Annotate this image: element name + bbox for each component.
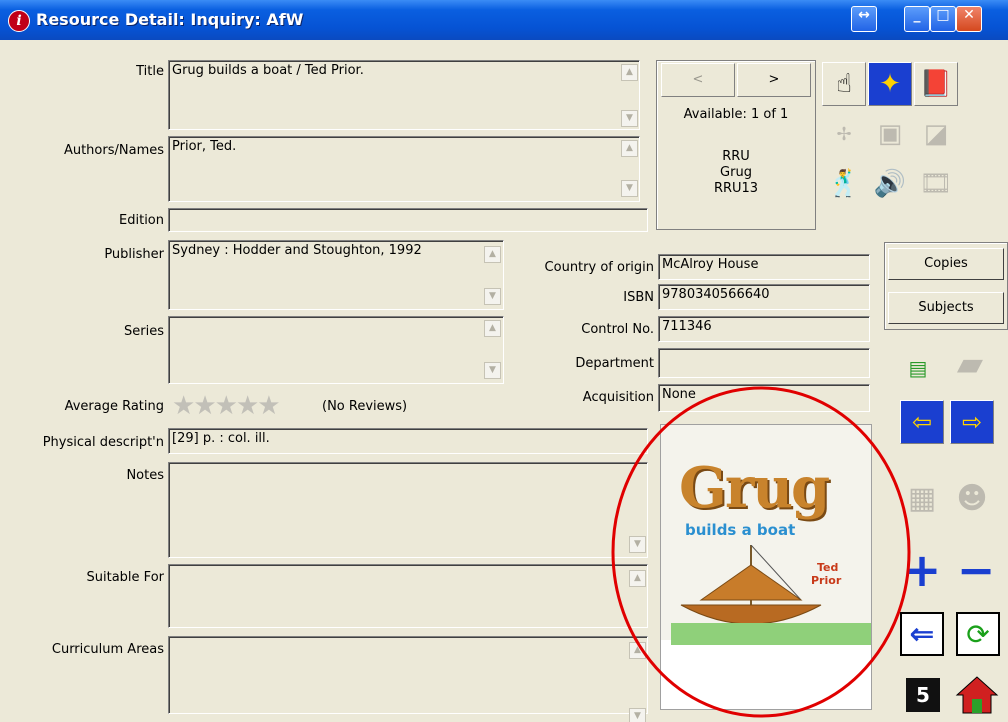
control-no-field[interactable]: 711346	[658, 316, 870, 342]
hand-pointer-icon[interactable]: ☝	[822, 62, 866, 106]
star-icon[interactable]: ★	[172, 391, 195, 421]
info-icon: i	[8, 10, 30, 32]
authors-scroll-down[interactable]: ▼	[621, 180, 638, 197]
subjects-button[interactable]: Subjects	[888, 292, 1004, 324]
star-icon[interactable]: ★	[193, 391, 216, 421]
publisher-scroll-up[interactable]: ▲	[484, 246, 501, 263]
label-suitable-for: Suitable For	[86, 570, 164, 585]
series-field[interactable]	[168, 316, 504, 384]
series-scroll-down[interactable]: ▼	[484, 362, 501, 379]
face-icon: ☻	[956, 480, 988, 516]
availability-panel: < > Available: 1 of 1 RRU Grug RRU13	[656, 60, 816, 230]
projector-icon: ▣	[877, 119, 903, 149]
refresh-icon[interactable]: ⟳	[956, 612, 1000, 656]
physical-description-field[interactable]: [29] p. : col. ill.	[168, 428, 648, 454]
label-series: Series	[124, 324, 164, 339]
speaker-icon: 🔊	[873, 169, 907, 199]
title-field[interactable]: Grug builds a boat / Ted Prior.	[168, 60, 640, 130]
star-icon[interactable]: ★	[236, 391, 259, 421]
shelf-name: Grug	[720, 165, 752, 180]
title-bar[interactable]: i Resource Detail: Inquiry: AfW ↔ _ □ ✕	[0, 0, 1008, 40]
minimize-button[interactable]: _	[904, 6, 930, 32]
label-publisher: Publisher	[104, 247, 164, 262]
star-icon[interactable]: ★	[257, 391, 280, 421]
label-notes: Notes	[126, 468, 164, 483]
authors-field[interactable]: Prior, Ted.	[168, 136, 640, 202]
minus-icon[interactable]: −	[954, 543, 998, 597]
folder-icon: ▰	[956, 344, 984, 384]
dancer-icon: 🕺	[827, 169, 861, 199]
label-control-no: Control No.	[581, 322, 654, 337]
rating-text: (No Reviews)	[322, 399, 408, 414]
previous-copy-button[interactable]: <	[661, 63, 735, 97]
annotation-circle	[611, 386, 911, 718]
series-scroll-up[interactable]: ▲	[484, 320, 501, 337]
curriculum-field[interactable]	[168, 636, 648, 714]
authors-scroll-up[interactable]: ▲	[621, 140, 638, 157]
star-icon[interactable]: ★	[215, 391, 238, 421]
label-curriculum: Curriculum Areas	[51, 642, 164, 657]
home-icon[interactable]	[952, 672, 1002, 718]
window-title: Resource Detail: Inquiry: AfW	[36, 10, 304, 29]
close-button[interactable]: ✕	[956, 6, 982, 32]
title-scroll-down[interactable]: ▼	[621, 110, 638, 127]
maximize-button[interactable]: □	[930, 6, 956, 32]
label-department: Department	[575, 356, 654, 371]
label-average-rating: Average Rating	[64, 399, 164, 414]
location-code: RRU	[722, 149, 750, 164]
copies-button[interactable]: Copies	[888, 248, 1004, 280]
label-physical: Physical descript'n	[42, 435, 164, 450]
next-copy-button[interactable]: >	[737, 63, 811, 97]
compass-icon: ✢	[836, 123, 852, 145]
resource-detail-window: i Resource Detail: Inquiry: AfW ↔ _ □ ✕ …	[0, 0, 1008, 722]
country-field[interactable]: McAlroy House	[658, 254, 870, 280]
department-field[interactable]	[658, 348, 870, 378]
label-authors: Authors/Names	[63, 143, 164, 158]
expand-arrows-icon[interactable]: ✦	[868, 62, 912, 106]
call-number: RRU13	[713, 181, 759, 196]
label-title: Title	[136, 64, 164, 79]
suitable-for-field[interactable]	[168, 564, 648, 628]
label-isbn: ISBN	[623, 290, 654, 305]
edition-field[interactable]	[168, 208, 648, 232]
title-scroll-up[interactable]: ▲	[621, 64, 638, 81]
label-country: Country of origin	[544, 260, 654, 275]
film-icon: 🎞	[919, 169, 953, 199]
book-help-icon[interactable]: 📕	[914, 62, 958, 106]
notes-field[interactable]	[168, 462, 648, 558]
label-edition: Edition	[119, 213, 164, 228]
right-arrow-icon[interactable]: ⇨	[950, 400, 994, 444]
rating-stars[interactable]: ★★★★★	[172, 391, 281, 421]
publisher-field[interactable]: Sydney : Hodder and Stoughton, 1992	[168, 240, 504, 310]
restore-size-button[interactable]: ↔	[851, 6, 877, 32]
isbn-field[interactable]: 9780340566640	[658, 284, 870, 310]
availability-status: Available: 1 of 1	[683, 107, 789, 122]
stack-icon: ◪	[923, 119, 949, 149]
publisher-scroll-down[interactable]: ▼	[484, 288, 501, 305]
